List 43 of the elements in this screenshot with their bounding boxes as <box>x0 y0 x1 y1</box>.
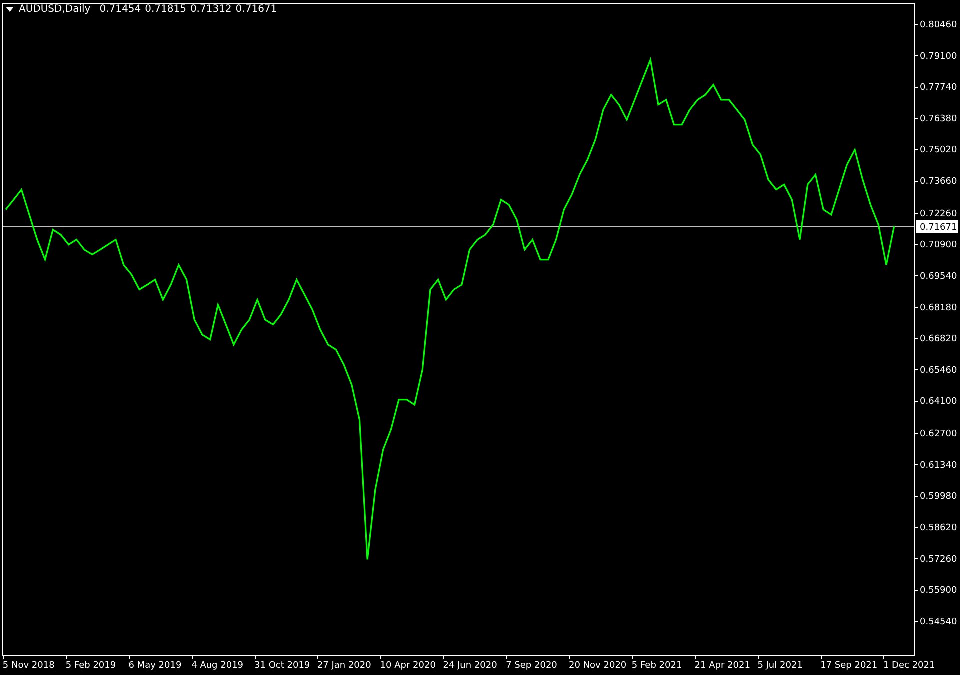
price-tick-label: 0.66820 <box>920 334 958 345</box>
price-tick-label: 0.54540 <box>920 617 958 628</box>
price-tick-label: 0.75020 <box>920 146 958 156</box>
ohlc-value: 0.71454 <box>100 4 142 15</box>
price-tick-label: 0.57260 <box>920 554 958 565</box>
ohlc-value: 0.71671 <box>236 4 278 15</box>
price-tick-label: 0.70900 <box>920 240 958 251</box>
date-tick-label: 6 May 2019 <box>128 661 182 671</box>
date-tick-label: 5 Feb 2021 <box>632 661 682 671</box>
date-tick-label: 4 Aug 2019 <box>192 661 244 671</box>
date-tick-label: 17 Sep 2021 <box>820 661 878 671</box>
price-tick-label: 0.55900 <box>920 586 958 596</box>
price-tick-label: 0.58620 <box>920 523 958 534</box>
date-tick-label: 5 Nov 2018 <box>2 661 55 671</box>
date-tick-label: 5 Jul 2021 <box>758 661 803 671</box>
price-tick-label: 0.76380 <box>920 114 958 124</box>
date-tick-label: 24 Jun 2020 <box>443 661 498 671</box>
date-tick-label: 1 Dec 2021 <box>883 661 936 671</box>
price-tick-label: 0.79100 <box>920 52 958 62</box>
current-price-label: 0.71671 <box>916 220 958 234</box>
symbol-timeframe: AUDUSD,Daily <box>19 4 91 15</box>
date-tick-label: 27 Jan 2020 <box>317 661 372 671</box>
price-tick-label: 0.62700 <box>920 429 958 440</box>
price-tick-label: 0.65460 <box>920 366 958 376</box>
price-tick-label: 0.61340 <box>920 460 958 471</box>
ohlc-value: 0.71312 <box>190 4 232 15</box>
price-tick-label: 0.73660 <box>920 177 958 188</box>
price-tick-label: 0.77740 <box>920 83 958 94</box>
price-tick-label: 0.69540 <box>920 272 958 282</box>
ref-line-label: 0.71671 <box>920 222 958 233</box>
date-tick-label: 7 Sep 2020 <box>506 661 558 671</box>
dropdown-arrow-icon[interactable] <box>6 7 14 12</box>
price-tick-label: 0.68180 <box>920 303 958 314</box>
price-tick-label: 0.59980 <box>920 492 958 502</box>
date-tick-label: 10 Apr 2020 <box>380 661 436 671</box>
price-tick-label: 0.80460 <box>920 20 958 30</box>
date-tick-label: 31 Oct 2019 <box>254 661 310 671</box>
price-tick-label: 0.64100 <box>920 397 958 408</box>
price-tick-label: 0.72260 <box>920 209 958 220</box>
date-tick-label: 21 Apr 2021 <box>694 661 750 671</box>
date-tick-label: 20 Nov 2020 <box>569 661 627 671</box>
date-tick-label: 5 Feb 2019 <box>66 661 116 671</box>
ohlc-value: 0.71815 <box>145 4 186 15</box>
